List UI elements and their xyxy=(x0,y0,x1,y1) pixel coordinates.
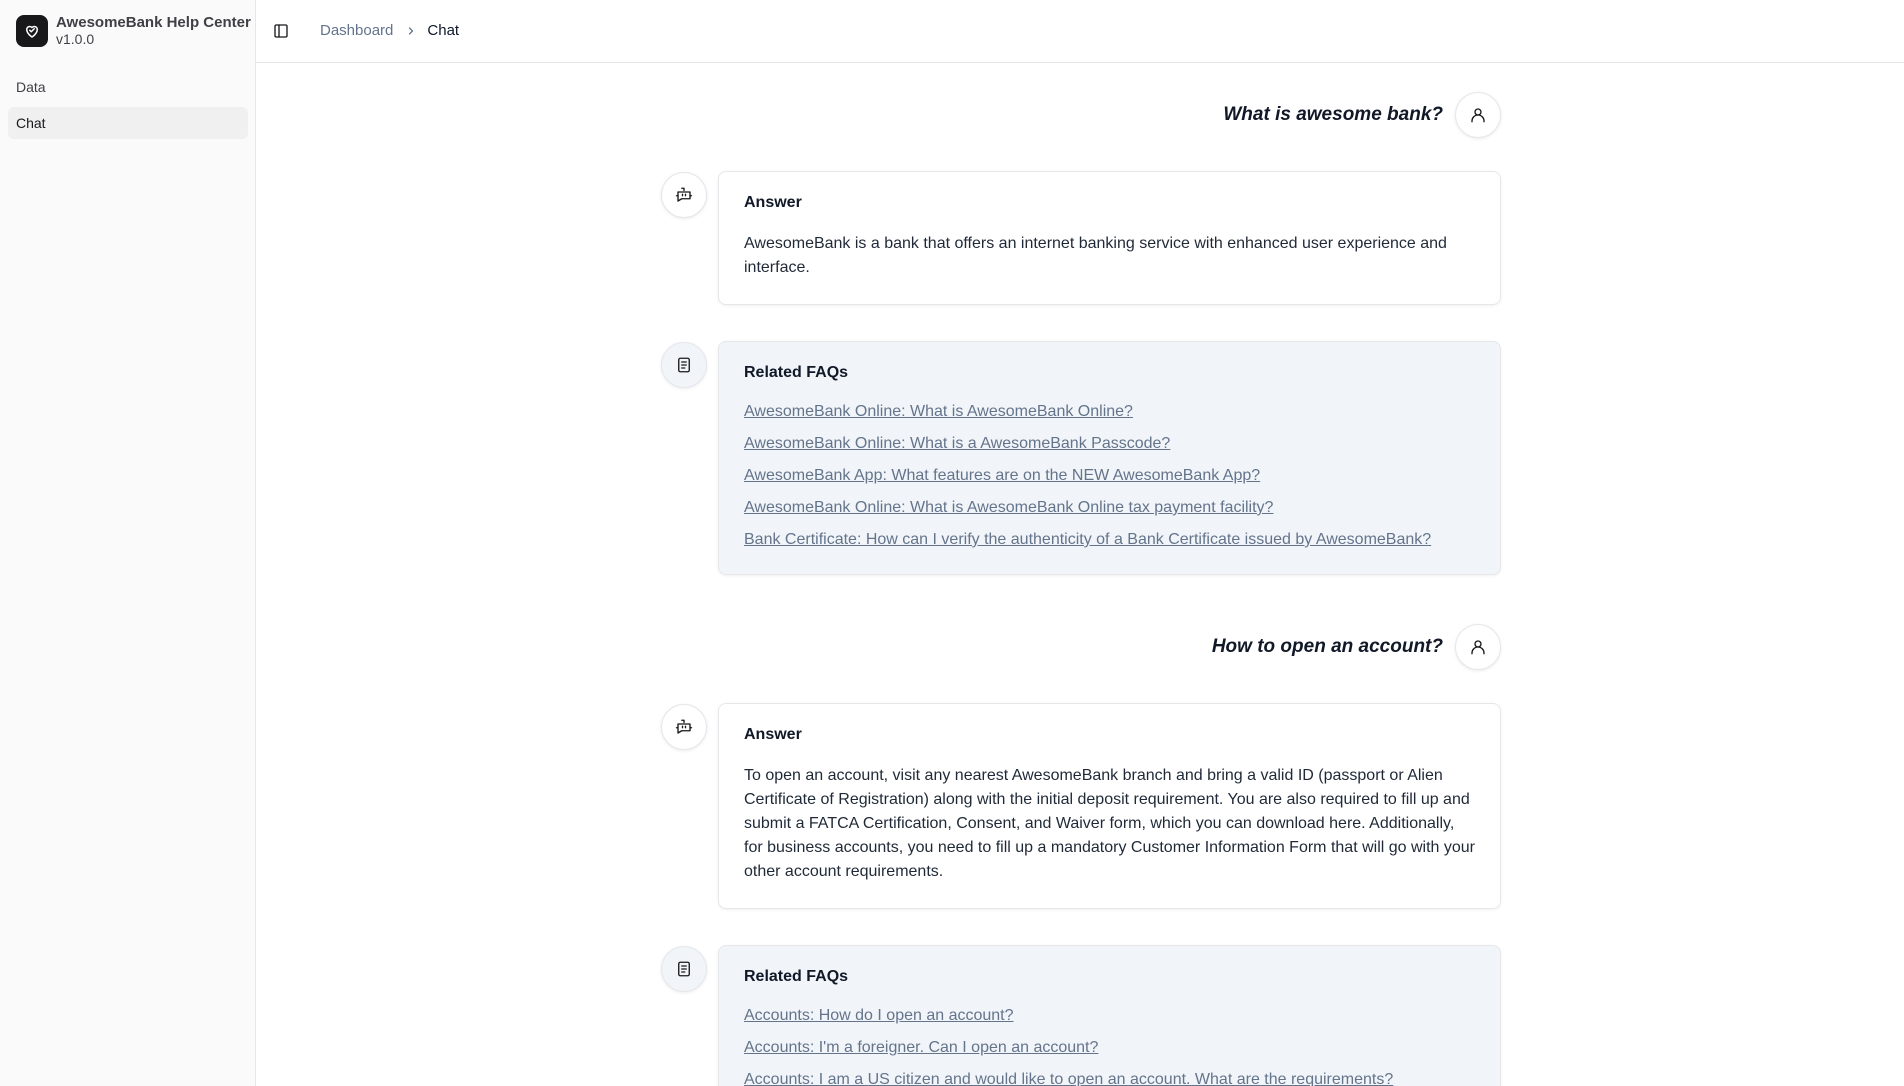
sidebar-item-chat[interactable]: Chat xyxy=(8,107,248,139)
sidebar-item-label: Chat xyxy=(16,115,46,131)
sidebar-toggle-icon[interactable] xyxy=(270,20,292,42)
bot-avatar-icon xyxy=(661,172,707,218)
related-faqs-card: Related FAQs AwesomeBank Online: What is… xyxy=(718,341,1501,575)
faq-link[interactable]: Accounts: I'm a foreigner. Can I open an… xyxy=(744,1038,1475,1058)
related-faqs-card: Related FAQs Accounts: How do I open an … xyxy=(718,945,1501,1086)
app-name: AwesomeBank Help Center xyxy=(56,14,251,31)
sidebar: AwesomeBank Help Center v1.0.0 Data Chat xyxy=(0,0,256,1086)
sidebar-item-label: Data xyxy=(16,79,46,95)
faq-title: Related FAQs xyxy=(744,364,849,381)
faq-link[interactable]: AwesomeBank Online: What is AwesomeBank … xyxy=(744,402,1475,422)
answer-text: AwesomeBank is a bank that offers an int… xyxy=(744,235,1447,276)
faq-link[interactable]: Bank Certificate: How can I verify the a… xyxy=(744,530,1475,550)
faq-document-icon xyxy=(661,946,707,992)
answer-text: To open an account, visit any nearest Aw… xyxy=(744,767,1476,880)
brand[interactable]: AwesomeBank Help Center v1.0.0 xyxy=(16,14,251,48)
faq-link[interactable]: AwesomeBank Online: What is a AwesomeBan… xyxy=(744,434,1475,454)
faq-title: Related FAQs xyxy=(744,968,849,985)
faq-link[interactable]: AwesomeBank App: What features are on th… xyxy=(744,466,1475,486)
breadcrumb-dashboard-link[interactable]: Dashboard xyxy=(320,22,393,39)
sidebar-item-data[interactable]: Data xyxy=(8,71,248,103)
faq-link[interactable]: AwesomeBank Online: What is AwesomeBank … xyxy=(744,498,1475,518)
answer-card: Answer To open an account, visit any nea… xyxy=(718,703,1501,909)
sidebar-nav: Data Chat xyxy=(8,71,248,143)
answer-title: Answer xyxy=(744,726,802,743)
chat-area: What is awesome bank? Answer AwesomeBank… xyxy=(256,64,1904,1086)
bot-avatar-icon xyxy=(661,704,707,750)
user-question: What is awesome bank? xyxy=(1223,92,1501,138)
top-header: Dashboard Chat xyxy=(256,0,1904,63)
answer-card: Answer AwesomeBank is a bank that offers… xyxy=(718,171,1501,305)
faq-link[interactable]: Accounts: I am a US citizen and would li… xyxy=(744,1070,1475,1086)
faq-link[interactable]: Accounts: How do I open an account? xyxy=(744,1006,1475,1026)
question-text: How to open an account? xyxy=(1211,636,1443,657)
faq-document-icon xyxy=(661,342,707,388)
user-avatar-icon xyxy=(1455,92,1501,138)
answer-title: Answer xyxy=(744,194,802,211)
user-question: How to open an account? xyxy=(1212,624,1501,670)
chevron-right-icon xyxy=(405,25,417,37)
app-version: v1.0.0 xyxy=(56,31,95,47)
question-text: What is awesome bank? xyxy=(1223,104,1443,125)
breadcrumb: Dashboard Chat xyxy=(320,22,459,39)
user-avatar-icon xyxy=(1455,624,1501,670)
breadcrumb-current: Chat xyxy=(427,22,460,39)
heart-logo-icon xyxy=(16,15,48,47)
